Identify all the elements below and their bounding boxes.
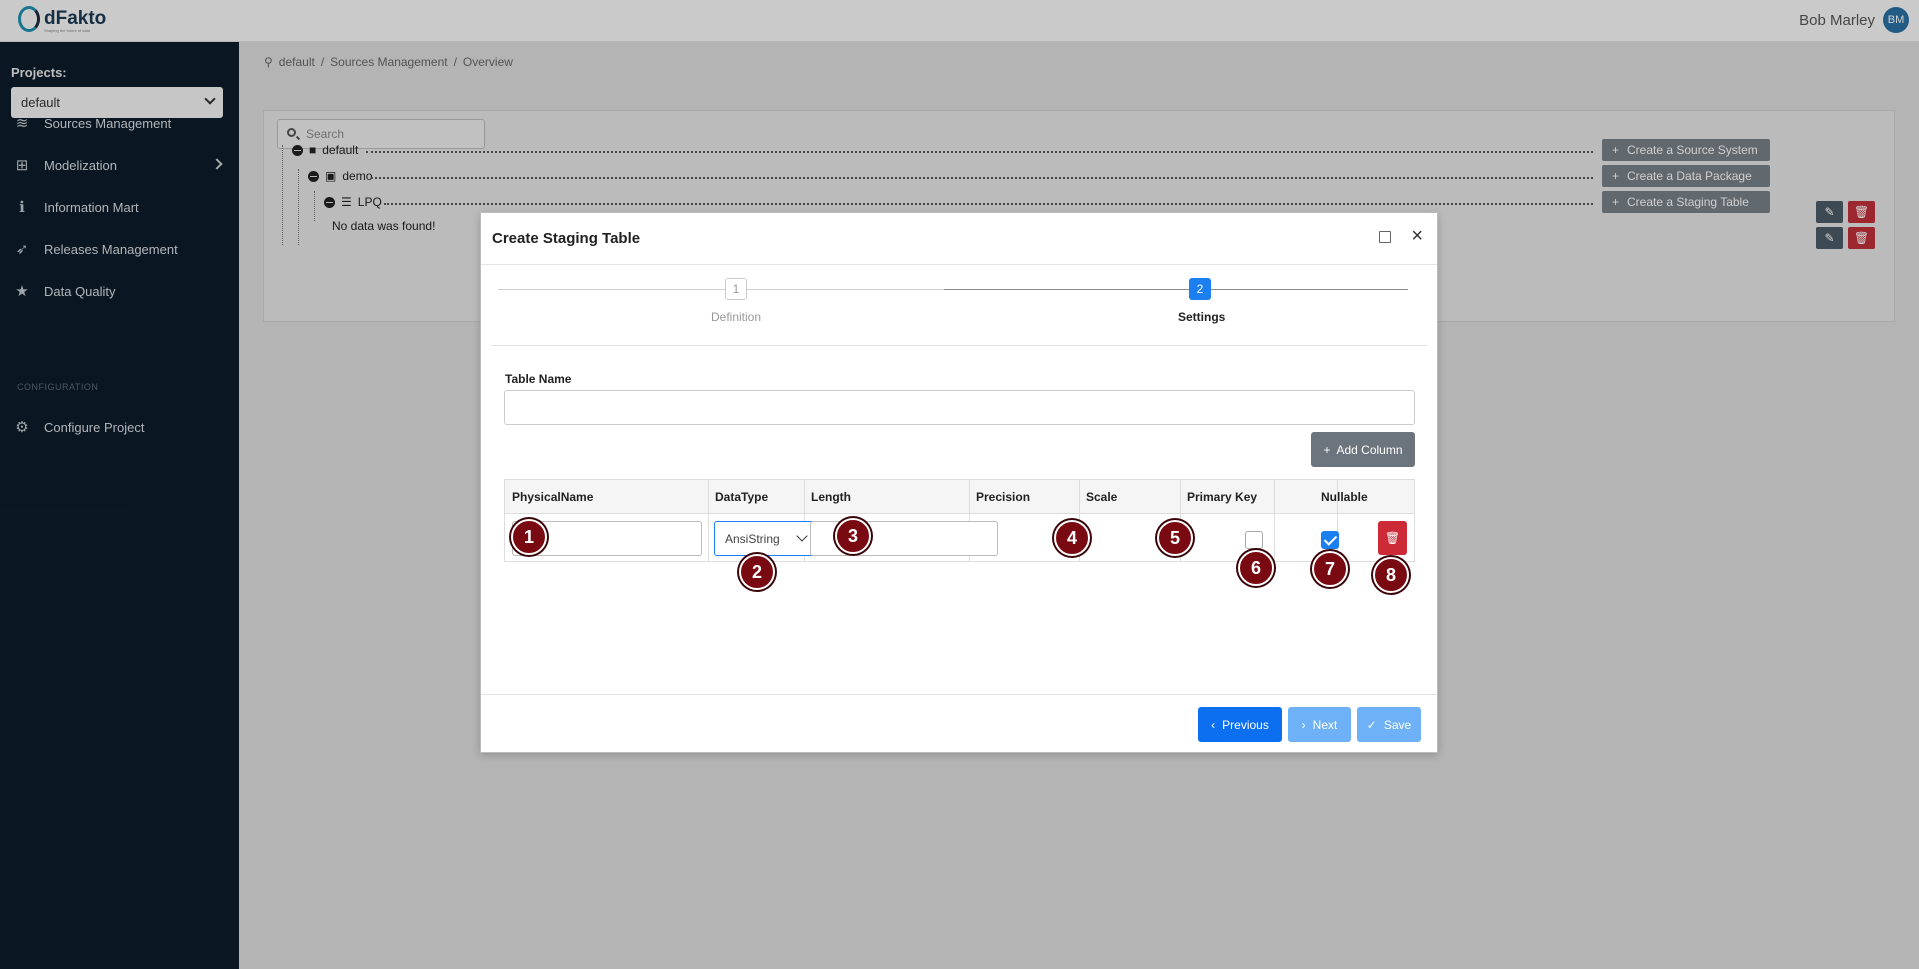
create-staging-table-modal: Create Staging Table × 1 2 Definition Se… xyxy=(480,212,1438,753)
modal-header: Create Staging Table × xyxy=(481,213,1437,265)
delete-row-button[interactable]: 🗑 xyxy=(1378,521,1407,555)
add-column-button[interactable]: + Add Column xyxy=(1311,432,1415,467)
marker-1: 1 xyxy=(511,519,547,555)
marker-4: 4 xyxy=(1054,520,1090,556)
stepper-line xyxy=(498,289,944,290)
column-header: DataType xyxy=(715,490,769,504)
modal-footer-divider xyxy=(481,694,1437,695)
column-header: Nullable xyxy=(1321,490,1368,504)
check-icon: ✓ xyxy=(1366,717,1377,732)
columns-grid: PhysicalName DataType Length Precision S… xyxy=(504,479,1415,562)
marker-3: 3 xyxy=(835,518,871,554)
plus-icon: + xyxy=(1323,442,1331,457)
marker-5: 5 xyxy=(1157,520,1193,556)
marker-7: 7 xyxy=(1312,551,1348,587)
trash-icon: 🗑 xyxy=(1384,531,1401,545)
step-1-label: Definition xyxy=(711,310,762,324)
maximize-icon[interactable] xyxy=(1379,231,1391,243)
previous-button[interactable]: ‹ Previous xyxy=(1198,707,1282,742)
divider xyxy=(491,345,1427,346)
datatype-select-value: AnsiString xyxy=(725,532,780,546)
datatype-select[interactable]: AnsiString xyxy=(714,521,819,556)
table-name-input[interactable] xyxy=(504,390,1415,425)
marker-6: 6 xyxy=(1238,550,1274,586)
column-header: Scale xyxy=(1086,490,1118,504)
column-header: Length xyxy=(811,490,851,504)
table-name-label: Table Name xyxy=(505,372,572,386)
button-label: Previous xyxy=(1222,717,1269,732)
marker-8: 8 xyxy=(1373,557,1409,593)
modal-title: Create Staging Table xyxy=(492,230,641,247)
nullable-checkbox[interactable] xyxy=(1321,531,1339,549)
grid-header xyxy=(505,480,1414,514)
column-header: PhysicalName xyxy=(512,490,594,504)
next-button[interactable]: › Next xyxy=(1288,707,1351,742)
button-label: Add Column xyxy=(1336,442,1403,457)
marker-2: 2 xyxy=(739,554,775,590)
column-header: Primary Key xyxy=(1187,490,1258,504)
step-2-indicator[interactable]: 2 xyxy=(1189,278,1211,300)
chevron-down-icon xyxy=(796,530,808,542)
close-icon[interactable]: × xyxy=(1411,226,1423,246)
stepper-line-active xyxy=(944,289,1408,290)
save-button[interactable]: ✓ Save xyxy=(1357,707,1421,742)
chevron-left-icon: ‹ xyxy=(1211,717,1216,732)
chevron-right-icon: › xyxy=(1301,717,1306,732)
step-1-indicator[interactable]: 1 xyxy=(725,278,747,300)
grid-column-divider xyxy=(1274,480,1275,561)
step-2-label: Settings xyxy=(1178,310,1226,324)
button-label: Next xyxy=(1312,717,1338,732)
column-header: Precision xyxy=(976,490,1031,504)
grid-column-divider xyxy=(708,480,709,561)
button-label: Save xyxy=(1383,717,1412,732)
primary-key-checkbox[interactable] xyxy=(1245,531,1263,549)
